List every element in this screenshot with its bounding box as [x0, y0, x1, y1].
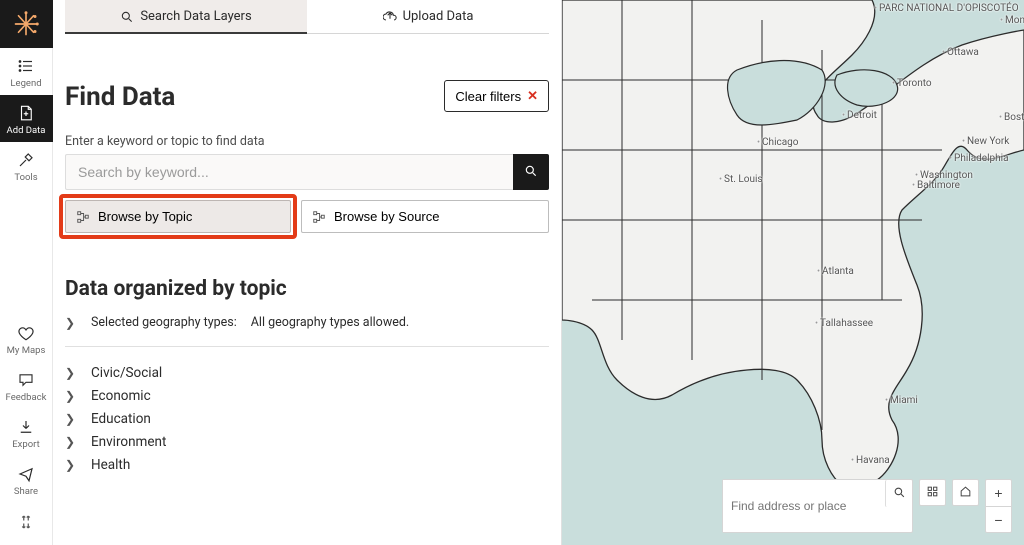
zoom-out-button[interactable]: − [985, 506, 1012, 533]
nav-export-label: Export [12, 439, 39, 450]
basemap [562, 0, 1024, 545]
geo-filter-value: All geography types allowed. [251, 315, 409, 330]
address-input[interactable] [723, 480, 885, 532]
org-heading: Data organized by topic [65, 277, 549, 301]
browse-by-source-button[interactable]: Browse by Source [301, 200, 549, 233]
zoom-in-button[interactable]: + [985, 479, 1012, 506]
basemap-button[interactable] [919, 479, 946, 506]
address-search [722, 479, 913, 533]
tab-search-label: Search Data Layers [140, 9, 251, 24]
nav-legend[interactable]: Legend [0, 48, 53, 95]
geo-filter-label: Selected geography types: [91, 315, 237, 330]
topic-label: Education [91, 411, 151, 427]
tab-upload-data[interactable]: Upload Data [307, 0, 549, 33]
search-helper: Enter a keyword or topic to find data [65, 134, 549, 149]
nav-share-label: Share [14, 486, 38, 497]
panel-title: Find Data [65, 82, 175, 112]
tab-search-layers[interactable]: Search Data Layers [65, 0, 307, 33]
chevron-right-icon: ❯ [65, 316, 77, 330]
browse-topic-label: Browse by Topic [98, 209, 192, 224]
tab-upload-label: Upload Data [403, 9, 474, 24]
topic-list: ❯ Civic/Social ❯ Economic ❯ Education ❯ Envi… [65, 365, 549, 473]
nav-legend-label: Legend [10, 78, 41, 89]
home-extent-button[interactable] [952, 479, 979, 506]
topic-label: Environment [91, 434, 166, 450]
close-icon: ✕ [527, 88, 538, 104]
nav-feedback-label: Feedback [6, 392, 47, 403]
browse-source-label: Browse by Source [334, 209, 440, 224]
search-submit-button[interactable] [513, 154, 549, 190]
chevron-right-icon: ❯ [65, 458, 77, 472]
keyword-search-input[interactable] [65, 154, 513, 190]
nav-rail: Legend Add Data Tools My Maps Feedback E… [0, 0, 53, 545]
minus-icon: − [994, 512, 1002, 528]
search-icon [524, 164, 538, 181]
chevron-right-icon: ❯ [65, 389, 77, 403]
document-plus-icon [16, 103, 36, 123]
map-canvas[interactable]: MontrealOttawaPARC NATIONAL D'OPISCOTÉOT… [562, 0, 1024, 545]
topic-item[interactable]: ❯ Economic [65, 388, 549, 404]
grid-icon [926, 485, 939, 501]
panel-tabbar: Search Data Layers Upload Data [65, 0, 549, 34]
nav-export[interactable]: Export [0, 409, 53, 456]
heart-icon [16, 323, 36, 343]
collapse-rail[interactable] [0, 503, 53, 545]
topic-label: Health [91, 457, 130, 473]
spark-icon [11, 9, 41, 39]
topic-label: Civic/Social [91, 365, 162, 381]
clear-filters-button[interactable]: Clear filters ✕ [444, 80, 549, 112]
nav-tools[interactable]: Tools [0, 142, 53, 189]
clear-filters-label: Clear filters [455, 89, 521, 104]
topic-item[interactable]: ❯ Education [65, 411, 549, 427]
chevron-right-icon: ❯ [65, 435, 77, 449]
chat-icon [16, 370, 36, 390]
nav-mymaps-label: My Maps [7, 345, 46, 356]
tree-icon [76, 210, 90, 224]
tree-icon [312, 210, 326, 224]
brand-logo[interactable] [0, 0, 53, 48]
topic-item[interactable]: ❯ Civic/Social [65, 365, 549, 381]
search-icon [893, 486, 906, 502]
share-icon [16, 464, 36, 484]
collapse-icon [17, 513, 35, 535]
address-search-button[interactable] [885, 480, 912, 507]
download-icon [16, 417, 36, 437]
search-icon [120, 10, 134, 24]
data-panel: Search Data Layers Upload Data Find Data… [53, 0, 562, 545]
browse-by-topic-button[interactable]: Browse by Topic [65, 200, 291, 233]
tools-icon [16, 150, 36, 170]
nav-my-maps[interactable]: My Maps [0, 315, 53, 362]
list-icon [16, 56, 36, 76]
nav-tools-label: Tools [14, 172, 37, 183]
nav-share[interactable]: Share [0, 456, 53, 503]
chevron-right-icon: ❯ [65, 366, 77, 380]
geography-filter-row[interactable]: ❯ Selected geography types: All geograph… [65, 315, 549, 347]
nav-add-data[interactable]: Add Data [0, 95, 53, 142]
home-icon [959, 485, 972, 501]
topic-item[interactable]: ❯ Environment [65, 434, 549, 450]
plus-icon: + [994, 485, 1002, 501]
topic-label: Economic [91, 388, 151, 404]
nav-feedback[interactable]: Feedback [0, 362, 53, 409]
callout-highlight: Browse by Topic [65, 200, 291, 233]
map-toolbar: + − [722, 479, 1012, 533]
topic-item[interactable]: ❯ Health [65, 457, 549, 473]
chevron-right-icon: ❯ [65, 412, 77, 426]
nav-adddata-label: Add Data [7, 125, 46, 136]
upload-icon [383, 10, 397, 24]
